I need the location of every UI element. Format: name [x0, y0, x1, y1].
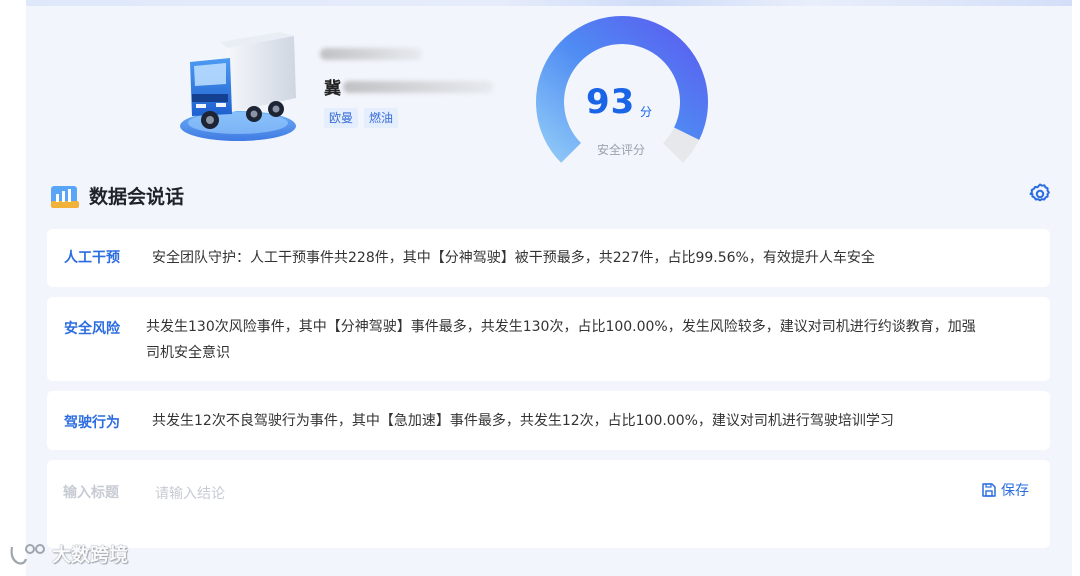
save-button[interactable]: 保存 — [981, 480, 1029, 500]
card-safety-risk: 安全风险 共发生130次风险事件，其中【分神驾驶】事件最多，共发生130次，占比… — [47, 297, 1050, 381]
tag-brand: 欧曼 — [324, 108, 359, 128]
watermark: 大数跨境 — [8, 540, 128, 567]
watermark-text: 大数跨境 — [52, 544, 129, 566]
conclusion-title-input[interactable]: 输入标题 — [63, 482, 119, 502]
plate-row: 冀 — [324, 74, 493, 99]
truck-image — [180, 32, 296, 141]
save-icon — [982, 483, 996, 497]
card-text-safety-risk-line2: 司机安全意识 — [146, 345, 230, 361]
conclusion-body-input[interactable]: 请输入结论 — [155, 483, 225, 503]
safety-score-unit: 分 — [640, 105, 653, 119]
save-label: 保存 — [1001, 483, 1029, 499]
card-label-driving-behavior: 驾驶行为 — [64, 415, 120, 431]
blurred-vehicle-name — [320, 48, 422, 60]
conclusion-card: 输入标题 请输入结论 保存 — [47, 460, 1050, 548]
plate-prefix: 冀 — [324, 79, 341, 99]
card-text-manual-intervention: 安全团队守护：人工干预事件共228件，其中【分神驾驶】被干预最多，共227件，占… — [152, 250, 875, 266]
safety-score-value: 93 — [586, 82, 636, 122]
blurred-plate-number — [343, 80, 493, 93]
report-page: 冀 欧曼 燃油 93 分 安全评分 数据会说话 人工干预 安全团队守护：人工干预… — [26, 0, 1072, 576]
card-text-safety-risk-line1: 共发生130次风险事件，其中【分神驾驶】事件最多，共发生130次，占比100.0… — [146, 319, 976, 335]
card-text-driving-behavior: 共发生12次不良驾驶行为事件，其中【急加速】事件最多，共发生12次，占比100.… — [152, 413, 894, 429]
card-driving-behavior: 驾驶行为 共发生12次不良驾驶行为事件，其中【急加速】事件最多，共发生12次，占… — [47, 391, 1050, 450]
card-manual-intervention: 人工干预 安全团队守护：人工干预事件共228件，其中【分神驾驶】被干预最多，共2… — [47, 229, 1050, 287]
card-label-manual-intervention: 人工干预 — [64, 250, 120, 266]
vehicle-tags: 欧曼 燃油 — [324, 108, 399, 128]
settings-gear-icon[interactable] — [1028, 182, 1052, 206]
card-label-safety-risk: 安全风险 — [64, 321, 120, 337]
safety-score-label: 安全评分 — [597, 143, 646, 157]
section-title: 数据会说话 — [89, 186, 185, 208]
chart-report-icon — [51, 186, 79, 208]
tag-fuel: 燃油 — [364, 108, 399, 128]
watermark-logo-icon — [10, 543, 45, 565]
top-banner — [26, 0, 1072, 6]
